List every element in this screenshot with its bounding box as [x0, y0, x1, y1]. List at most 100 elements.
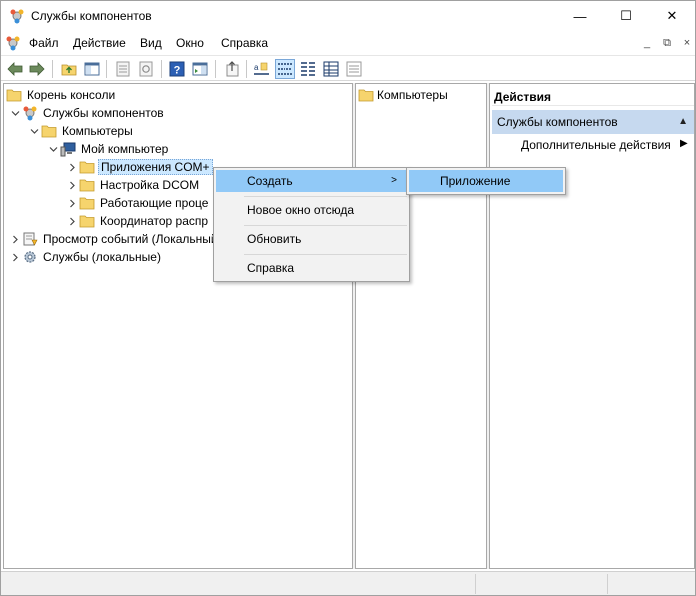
filter-icon	[346, 61, 362, 77]
refresh-icon	[139, 61, 153, 77]
result-list-pane[interactable]: Компьютеры	[355, 83, 487, 569]
mdi-restore-button[interactable]: ⧉	[658, 34, 676, 52]
tree-item-console-root[interactable]: Корень консоли	[6, 86, 117, 104]
tree-item-my-computer[interactable]: Мой компьютер	[46, 140, 170, 158]
menu-window[interactable]: Окно	[176, 36, 204, 50]
context-menu-help[interactable]: Справка	[216, 257, 407, 279]
toolbar-separator	[246, 60, 247, 78]
minimize-button[interactable]: —	[557, 1, 603, 31]
menu-action[interactable]: Действие	[73, 36, 126, 50]
computer-icon	[60, 142, 76, 157]
context-menu-label: Обновить	[247, 232, 302, 246]
back-button[interactable]	[5, 59, 25, 79]
up-one-level-button[interactable]	[59, 59, 79, 79]
title-bar[interactable]: Службы компонентов — ☐ ✕	[1, 1, 695, 31]
console-tree-icon	[84, 62, 100, 76]
tree-item-computers[interactable]: Компьютеры	[27, 122, 135, 140]
console-document-icon[interactable]	[5, 35, 21, 51]
help-button[interactable]: ?	[167, 59, 187, 79]
svg-text:?: ?	[174, 65, 181, 77]
folder-icon	[79, 197, 95, 210]
context-menu-label: Создать	[247, 174, 293, 188]
minimize-icon: —	[573, 8, 587, 24]
refresh-button[interactable]	[136, 59, 156, 79]
chevron-right-icon[interactable]	[65, 158, 79, 176]
menu-separator	[244, 196, 407, 197]
tree-item-component-services[interactable]: Службы компонентов	[8, 104, 166, 122]
chevron-right-icon[interactable]	[8, 248, 22, 266]
chevron-right-icon: >	[391, 175, 397, 186]
submenu-application[interactable]: Приложение	[409, 170, 563, 192]
properties-button[interactable]	[113, 59, 133, 79]
tree-item-dcom-config[interactable]: Настройка DCOM	[65, 176, 201, 194]
chevron-right-icon[interactable]	[8, 230, 22, 248]
folder-icon	[358, 89, 374, 102]
folder-icon	[79, 179, 95, 192]
menu-bar: Файл Действие Вид Окно Справка _ ⧉ ×	[1, 31, 695, 55]
properties-icon	[116, 61, 130, 77]
chevron-down-icon[interactable]	[46, 140, 60, 158]
show-hide-console-tree-button[interactable]	[82, 59, 102, 79]
tree-item-label: Мой компьютер	[81, 142, 169, 156]
list-view-button[interactable]	[298, 59, 318, 79]
status-separator	[475, 574, 476, 594]
menu-separator	[244, 225, 407, 226]
actions-section-component-services[interactable]: Службы компонентов ▲	[492, 110, 694, 134]
maximize-icon: ☐	[620, 8, 632, 23]
mdi-close-button[interactable]: ×	[678, 34, 695, 52]
mdi-minimize-button[interactable]: _	[638, 34, 656, 52]
back-arrow-icon	[7, 62, 23, 76]
export-list-icon	[226, 61, 239, 77]
context-menu: Создать > Новое окно отсюда Обновить Спр…	[213, 167, 410, 282]
details-view-button[interactable]	[321, 59, 341, 79]
tree-item-com-plus-applications[interactable]: Приложения COM+	[65, 158, 213, 176]
folder-icon	[79, 215, 95, 228]
chevron-right-icon[interactable]	[65, 194, 79, 212]
close-button[interactable]: ✕	[649, 1, 695, 31]
menu-view[interactable]: Вид	[140, 36, 162, 50]
export-list-button[interactable]	[222, 59, 242, 79]
action-pane-icon	[192, 62, 208, 76]
list-item-computers[interactable]: Компьютеры	[358, 87, 448, 103]
actions-section-label: Службы компонентов	[497, 115, 618, 129]
collapse-up-icon[interactable]: ▲	[678, 110, 688, 134]
context-menu-create[interactable]: Создать >	[216, 170, 407, 192]
toolbar-separator	[215, 60, 216, 78]
tree-item-label: Работающие проце	[100, 196, 209, 210]
menu-help[interactable]: Справка	[221, 36, 268, 50]
console-tree-pane[interactable]: Корень консоли Службы компонентов Компью…	[3, 83, 353, 569]
forward-arrow-icon	[29, 62, 45, 76]
tree-item-running-processes[interactable]: Работающие проце	[65, 194, 210, 212]
chevron-right-icon[interactable]	[65, 176, 79, 194]
chevron-right-icon[interactable]	[65, 212, 79, 230]
filter-view-button[interactable]	[344, 59, 364, 79]
more-actions-item[interactable]: Дополнительные действия	[521, 138, 671, 152]
submenu-label: Приложение	[440, 174, 511, 188]
chevron-down-icon[interactable]	[27, 122, 41, 140]
tree-item-label: Службы (локальные)	[43, 250, 161, 264]
chevron-down-icon[interactable]	[8, 104, 22, 122]
show-hide-action-pane-button[interactable]	[190, 59, 210, 79]
large-icons-icon: a	[254, 62, 269, 75]
context-menu-new-window[interactable]: Новое окно отсюда	[216, 199, 407, 221]
svg-text:a: a	[254, 63, 259, 72]
tree-item-label: Компьютеры	[62, 124, 133, 138]
tree-item-local-services[interactable]: Службы (локальные)	[8, 248, 163, 266]
folder-icon	[6, 89, 22, 102]
details-icon	[323, 61, 339, 77]
tree-item-event-viewer[interactable]: Просмотр событий (Локальный	[8, 230, 220, 248]
event-viewer-icon	[23, 232, 38, 246]
tree-item-distributed-coordinator[interactable]: Координатор распр	[65, 212, 210, 230]
context-menu-refresh[interactable]: Обновить	[216, 228, 407, 250]
tree-item-label: Координатор распр	[100, 214, 209, 228]
menu-file[interactable]: Файл	[29, 36, 59, 50]
app-window: Службы компонентов — ☐ ✕ Файл Действие В…	[0, 0, 696, 596]
context-menu-label: Справка	[247, 261, 295, 275]
list-icon	[301, 62, 315, 76]
forward-button[interactable]	[27, 59, 47, 79]
folder-icon	[41, 125, 57, 138]
status-bar	[1, 571, 695, 595]
small-icons-view-button[interactable]	[275, 59, 295, 79]
large-icons-view-button[interactable]: a	[252, 59, 272, 79]
maximize-button[interactable]: ☐	[603, 1, 649, 31]
